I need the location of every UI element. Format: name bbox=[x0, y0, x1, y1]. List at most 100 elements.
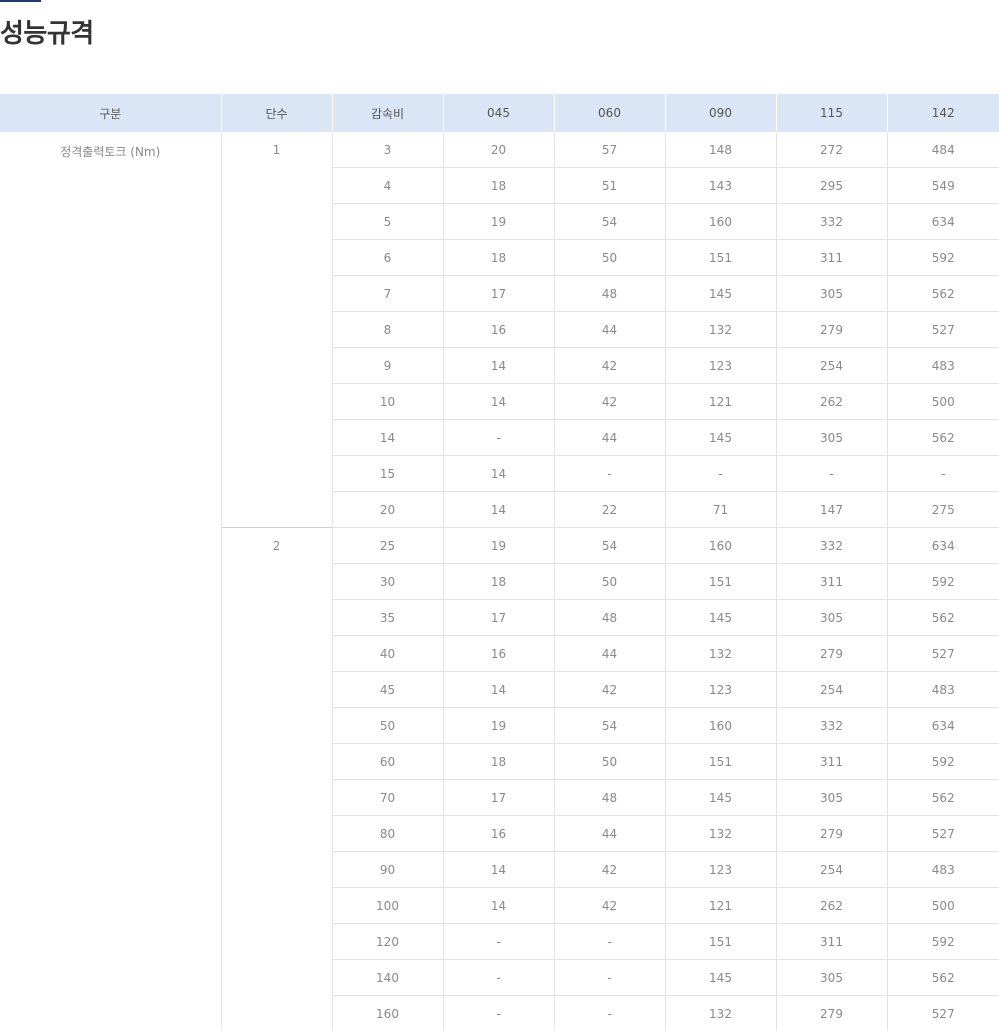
torque-value-cell: 16 bbox=[442, 311, 554, 348]
torque-value-cell: 123 bbox=[664, 851, 776, 888]
ratio-cell: 30 bbox=[331, 563, 443, 600]
torque-value-cell: 634 bbox=[886, 203, 999, 240]
torque-value-cell: 275 bbox=[886, 491, 999, 528]
torque-value-cell: 42 bbox=[553, 383, 665, 420]
torque-value-cell: 305 bbox=[775, 419, 887, 456]
torque-value-cell: 54 bbox=[553, 203, 665, 240]
torque-value-cell: - bbox=[886, 455, 999, 492]
torque-value-cell: 50 bbox=[553, 563, 665, 600]
torque-value-cell: 123 bbox=[664, 671, 776, 708]
ratio-cell: 7 bbox=[331, 275, 443, 312]
torque-value-cell: 54 bbox=[553, 707, 665, 744]
torque-value-cell: 305 bbox=[775, 779, 887, 816]
ratio-cell: 15 bbox=[331, 455, 443, 492]
torque-value-cell: 20 bbox=[442, 132, 554, 168]
ratio-cell: 6 bbox=[331, 239, 443, 276]
ratio-cell: 90 bbox=[331, 851, 443, 888]
torque-value-cell: 57 bbox=[553, 132, 665, 168]
ratio-cell: 25 bbox=[331, 527, 443, 564]
torque-value-cell: 145 bbox=[664, 959, 776, 996]
header-ratio: 감속비 bbox=[331, 94, 443, 132]
torque-value-cell: 16 bbox=[442, 815, 554, 852]
torque-value-cell: - bbox=[553, 959, 665, 996]
torque-value-cell: 254 bbox=[775, 671, 887, 708]
torque-value-cell: 527 bbox=[886, 311, 999, 348]
torque-value-cell: 14 bbox=[442, 455, 554, 492]
torque-value-cell: 311 bbox=[775, 923, 887, 960]
stage-cell: 1 bbox=[220, 132, 332, 528]
ratio-cell: 8 bbox=[331, 311, 443, 348]
torque-value-cell: - bbox=[442, 419, 554, 456]
torque-value-cell: 262 bbox=[775, 383, 887, 420]
torque-value-cell: 592 bbox=[886, 923, 999, 960]
ratio-cell: 3 bbox=[331, 132, 443, 168]
torque-value-cell: 44 bbox=[553, 815, 665, 852]
torque-value-cell: 18 bbox=[442, 167, 554, 204]
torque-value-cell: 121 bbox=[664, 887, 776, 924]
torque-value-cell: 527 bbox=[886, 995, 999, 1031]
torque-value-cell: 311 bbox=[775, 743, 887, 780]
torque-value-cell: 44 bbox=[553, 635, 665, 672]
torque-value-cell: 305 bbox=[775, 599, 887, 636]
torque-value-cell: 14 bbox=[442, 671, 554, 708]
torque-value-cell: 145 bbox=[664, 599, 776, 636]
torque-value-cell: 527 bbox=[886, 635, 999, 672]
torque-value-cell: 279 bbox=[775, 311, 887, 348]
torque-value-cell: 19 bbox=[442, 707, 554, 744]
ratio-cell: 70 bbox=[331, 779, 443, 816]
group-label-cell: 정격출력토크 (Nm) bbox=[60, 145, 161, 159]
torque-value-cell: 147 bbox=[775, 491, 887, 528]
torque-value-cell: 332 bbox=[775, 527, 887, 564]
torque-value-cell: 549 bbox=[886, 167, 999, 204]
torque-value-cell: 592 bbox=[886, 563, 999, 600]
ratio-cell: 160 bbox=[331, 995, 443, 1031]
torque-value-cell: 44 bbox=[553, 419, 665, 456]
torque-value-cell: 145 bbox=[664, 419, 776, 456]
torque-value-cell: - bbox=[442, 923, 554, 960]
performance-spec-table: 구분 단수 감속비 045 060 090 115 142 정격출력토크 (Nm… bbox=[0, 94, 999, 1031]
torque-value-cell: - bbox=[442, 959, 554, 996]
torque-value-cell: 71 bbox=[664, 491, 776, 528]
ratio-cell: 120 bbox=[331, 923, 443, 960]
torque-value-cell: 42 bbox=[553, 347, 665, 384]
table-header-row: 구분 단수 감속비 045 060 090 115 142 bbox=[0, 94, 999, 132]
torque-value-cell: 17 bbox=[442, 599, 554, 636]
torque-value-cell: 48 bbox=[553, 275, 665, 312]
torque-value-cell: 148 bbox=[664, 132, 776, 168]
torque-value-cell: 143 bbox=[664, 167, 776, 204]
torque-value-cell: 18 bbox=[442, 563, 554, 600]
torque-value-cell: 483 bbox=[886, 851, 999, 888]
torque-value-cell: 305 bbox=[775, 959, 887, 996]
torque-value-cell: 42 bbox=[553, 851, 665, 888]
torque-value-cell: 272 bbox=[775, 132, 887, 168]
torque-value-cell: 634 bbox=[886, 707, 999, 744]
torque-value-cell: 50 bbox=[553, 743, 665, 780]
stage-cell: 2 bbox=[220, 527, 332, 1031]
torque-value-cell: 145 bbox=[664, 779, 776, 816]
torque-value-cell: 48 bbox=[553, 779, 665, 816]
ratio-cell: 20 bbox=[331, 491, 443, 528]
torque-value-cell: 51 bbox=[553, 167, 665, 204]
torque-value-cell: 19 bbox=[442, 203, 554, 240]
torque-value-cell: 19 bbox=[442, 527, 554, 564]
ratio-cell: 4 bbox=[331, 167, 443, 204]
header-stage: 단수 bbox=[220, 94, 332, 132]
torque-value-cell: 44 bbox=[553, 311, 665, 348]
torque-value-cell: 14 bbox=[442, 851, 554, 888]
torque-value-cell: 16 bbox=[442, 635, 554, 672]
torque-value-cell: 160 bbox=[664, 203, 776, 240]
torque-value-cell: - bbox=[442, 995, 554, 1031]
torque-value-cell: 121 bbox=[664, 383, 776, 420]
torque-value-cell: 145 bbox=[664, 275, 776, 312]
ratio-cell: 140 bbox=[331, 959, 443, 996]
ratio-cell: 14 bbox=[331, 419, 443, 456]
ratio-cell: 10 bbox=[331, 383, 443, 420]
torque-value-cell: 634 bbox=[886, 527, 999, 564]
ratio-cell: 35 bbox=[331, 599, 443, 636]
torque-value-cell: 484 bbox=[886, 132, 999, 168]
header-model-115: 115 bbox=[775, 94, 887, 132]
ratio-cell: 9 bbox=[331, 347, 443, 384]
ratio-cell: 5 bbox=[331, 203, 443, 240]
torque-value-cell: 42 bbox=[553, 671, 665, 708]
torque-value-cell: 562 bbox=[886, 275, 999, 312]
